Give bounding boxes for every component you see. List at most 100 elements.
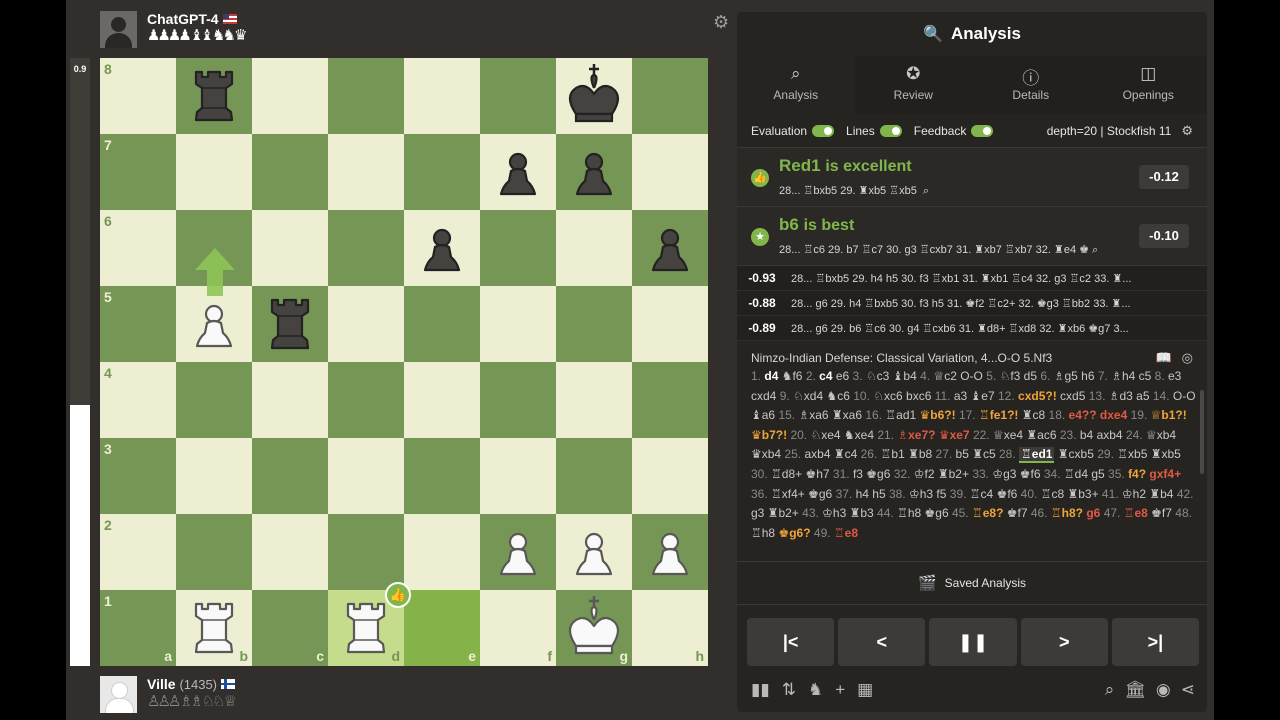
played-line[interactable]: 28... ♖bxb5 29. ♜xb5 ♖xb5 bbox=[779, 185, 920, 197]
pause-button[interactable]: ❚❚ bbox=[929, 618, 1017, 666]
piece-icon[interactable]: ♞ bbox=[808, 680, 823, 700]
square-d3[interactable] bbox=[328, 438, 404, 514]
square-a5[interactable]: 5 bbox=[100, 286, 176, 362]
tab-openings[interactable]: ◫ Openings bbox=[1090, 56, 1208, 114]
square-e3[interactable] bbox=[404, 438, 480, 514]
square-f1[interactable]: f bbox=[480, 590, 556, 666]
square-b7[interactable] bbox=[176, 134, 252, 210]
last-move-button[interactable]: >| bbox=[1111, 618, 1200, 666]
square-a6[interactable]: 6 bbox=[100, 210, 176, 286]
compass-icon[interactable]: ◎ bbox=[1182, 350, 1193, 365]
black-rook-b8[interactable] bbox=[176, 58, 252, 134]
white-pawn-h2[interactable] bbox=[632, 514, 708, 590]
square-c2[interactable] bbox=[252, 514, 328, 590]
square-b4[interactable] bbox=[176, 362, 252, 438]
square-d5[interactable] bbox=[328, 286, 404, 362]
square-d8[interactable] bbox=[328, 58, 404, 134]
book-icon[interactable]: 📖 bbox=[1155, 350, 1171, 365]
black-pawn-e6[interactable] bbox=[404, 210, 480, 286]
board-setup-icon[interactable]: ▦ bbox=[857, 680, 873, 700]
search-icon[interactable]: ⌕ bbox=[1092, 244, 1098, 256]
avatar[interactable] bbox=[100, 11, 137, 48]
lines-toggle[interactable] bbox=[879, 124, 902, 137]
share-icon[interactable]: ⋖ bbox=[1181, 680, 1195, 700]
plus-icon[interactable]: + bbox=[835, 680, 845, 700]
square-h1[interactable]: h bbox=[632, 590, 708, 666]
board-settings-gear-icon[interactable]: ⚙ bbox=[713, 12, 729, 33]
square-a3[interactable]: 3 bbox=[100, 438, 176, 514]
square-c4[interactable] bbox=[252, 362, 328, 438]
square-b2[interactable] bbox=[176, 514, 252, 590]
square-g5[interactable] bbox=[556, 286, 632, 362]
best-line[interactable]: 28... ♖c6 29. b7 ♖c7 30. g3 ♖cxb7 31. ♜x… bbox=[779, 244, 1089, 256]
square-e5[interactable] bbox=[404, 286, 480, 362]
black-king-g8[interactable] bbox=[556, 58, 632, 134]
target-icon[interactable]: ◉ bbox=[1156, 680, 1171, 700]
square-f3[interactable] bbox=[480, 438, 556, 514]
square-h8[interactable] bbox=[632, 58, 708, 134]
feedback-toggle[interactable] bbox=[971, 124, 994, 137]
square-b3[interactable] bbox=[176, 438, 252, 514]
square-e2[interactable] bbox=[404, 514, 480, 590]
square-e4[interactable] bbox=[404, 362, 480, 438]
tab-review[interactable]: ✪ Review bbox=[855, 56, 973, 114]
black-pawn-g7[interactable] bbox=[556, 134, 632, 210]
player-name[interactable]: Ville bbox=[147, 676, 176, 692]
square-h3[interactable] bbox=[632, 438, 708, 514]
square-a4[interactable]: 4 bbox=[100, 362, 176, 438]
player-name[interactable]: ChatGPT-4 bbox=[147, 11, 219, 27]
first-move-button[interactable]: |< bbox=[747, 618, 835, 666]
bar-chart-icon[interactable]: ▮▮ bbox=[751, 680, 770, 700]
black-pawn-h6[interactable] bbox=[632, 210, 708, 286]
square-e8[interactable] bbox=[404, 58, 480, 134]
square-c3[interactable] bbox=[252, 438, 328, 514]
square-c1[interactable]: c bbox=[252, 590, 328, 666]
move-list-scrollbar[interactable] bbox=[1200, 390, 1204, 474]
evaluation-toggle[interactable] bbox=[812, 124, 835, 137]
white-rook-b1[interactable] bbox=[176, 590, 252, 666]
white-king-g1[interactable] bbox=[556, 590, 632, 666]
square-e1[interactable]: e bbox=[404, 590, 480, 666]
square-g3[interactable] bbox=[556, 438, 632, 514]
black-pawn-f7[interactable] bbox=[480, 134, 556, 210]
square-d4[interactable] bbox=[328, 362, 404, 438]
square-a8[interactable]: 8 bbox=[100, 58, 176, 134]
tab-analysis[interactable]: ⌕ Analysis bbox=[737, 56, 855, 114]
saved-analysis-button[interactable]: 🎬 Saved Analysis bbox=[737, 561, 1207, 605]
library-icon[interactable]: 🏛 bbox=[1124, 680, 1146, 700]
square-e7[interactable] bbox=[404, 134, 480, 210]
square-a7[interactable]: 7 bbox=[100, 134, 176, 210]
engine-line[interactable]: -0.93 28... ♖bxb5 29. h4 h5 30. f3 ♖xb1 3… bbox=[737, 266, 1207, 291]
square-f5[interactable] bbox=[480, 286, 556, 362]
square-f4[interactable] bbox=[480, 362, 556, 438]
square-f8[interactable] bbox=[480, 58, 556, 134]
square-c7[interactable] bbox=[252, 134, 328, 210]
engine-line[interactable]: -0.89 28... g6 29. b6 ♖c6 30. g4 ♖cxb6 31… bbox=[737, 316, 1207, 341]
square-d6[interactable] bbox=[328, 210, 404, 286]
square-f6[interactable] bbox=[480, 210, 556, 286]
tab-details[interactable]: ⓘ Details bbox=[972, 56, 1090, 114]
square-h5[interactable] bbox=[632, 286, 708, 362]
avatar[interactable] bbox=[100, 676, 137, 713]
square-h4[interactable] bbox=[632, 362, 708, 438]
engine-settings-gear-icon[interactable]: ⚙ bbox=[1181, 123, 1193, 139]
white-pawn-f2[interactable] bbox=[480, 514, 556, 590]
square-d2[interactable] bbox=[328, 514, 404, 590]
engine-line[interactable]: -0.88 28... g6 29. h4 ♖bxb5 30. f3 h5 31.… bbox=[737, 291, 1207, 316]
white-pawn-g2[interactable] bbox=[556, 514, 632, 590]
opening-name[interactable]: Nimzo-Indian Defense: Classical Variatio… bbox=[751, 351, 1052, 365]
chess-board[interactable]: 8 7 6 5 4 3 2 1 a b c d e f g h 👍 bbox=[100, 58, 708, 666]
square-c6[interactable] bbox=[252, 210, 328, 286]
square-d7[interactable] bbox=[328, 134, 404, 210]
square-c8[interactable] bbox=[252, 58, 328, 134]
square-h7[interactable] bbox=[632, 134, 708, 210]
square-g6[interactable] bbox=[556, 210, 632, 286]
square-a2[interactable]: 2 bbox=[100, 514, 176, 590]
next-move-button[interactable]: > bbox=[1020, 618, 1108, 666]
flip-board-icon[interactable]: ⇅ bbox=[782, 680, 796, 700]
square-a1[interactable]: 1a bbox=[100, 590, 176, 666]
black-rook-c5[interactable] bbox=[252, 286, 328, 362]
search-icon[interactable]: ⌕ bbox=[923, 185, 929, 197]
square-g4[interactable] bbox=[556, 362, 632, 438]
zoom-icon[interactable]: ⌕ bbox=[1105, 680, 1115, 700]
